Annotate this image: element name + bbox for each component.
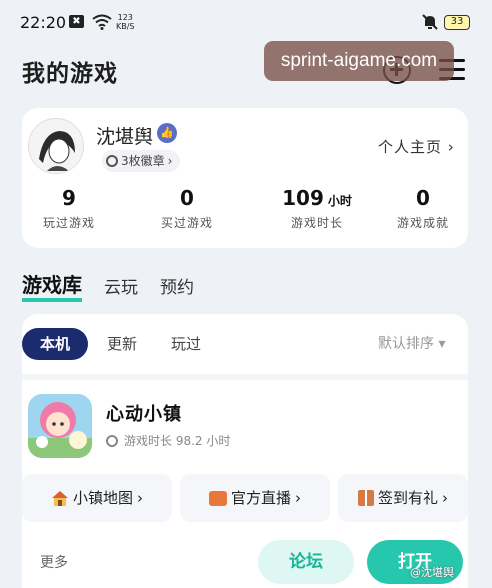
gift-icon	[357, 490, 374, 506]
sort-label: 默认排序	[378, 336, 434, 352]
chevron-right-icon: ›	[447, 138, 455, 156]
medal-icon	[106, 155, 118, 167]
chevron-right-icon: ›	[167, 154, 173, 168]
avatar[interactable]	[28, 118, 84, 174]
sort-dropdown[interactable]: 默认排序 ▾	[378, 328, 445, 360]
filter-updates[interactable]: 更新	[94, 328, 150, 360]
stat-label: 游戏时长	[290, 216, 343, 230]
stat-unit: 小时	[327, 194, 352, 208]
weibo-watermark: @沈堪舆	[410, 566, 454, 579]
wifi-icon	[92, 14, 112, 30]
stat-value: 109	[282, 186, 324, 210]
homepage-label: 个人主页	[378, 138, 443, 156]
chevron-down-icon: ▾	[438, 336, 446, 352]
divider	[22, 374, 468, 380]
badges-chip[interactable]: 3枚徽章 ›	[102, 150, 181, 172]
stat-label: 买过游戏	[160, 216, 213, 230]
badges-label: 3枚徽章	[121, 154, 165, 168]
action-label: 签到有礼	[377, 489, 438, 507]
chevron-right-icon: ›	[137, 489, 143, 507]
stat-label: 游戏成就	[396, 216, 449, 230]
speed-unit: KB/S	[116, 22, 135, 31]
library-card: 本机 更新 玩过 默认排序 ▾ 心动小镇 游戏时长 98.2 小时 小镇地图 ›	[22, 314, 468, 588]
status-time: 22:20	[20, 13, 67, 32]
watermark-overlay: sprint-aigame.com	[264, 41, 454, 81]
game-playtime: 游戏时长 98.2 小时	[106, 432, 230, 449]
house-icon	[51, 491, 68, 506]
stat-achievements[interactable]: 0 游戏成就	[368, 186, 478, 231]
chevron-right-icon: ›	[442, 489, 448, 507]
game-cover-image	[28, 394, 92, 458]
network-speed: 123 KB/S	[116, 13, 135, 31]
tab-reservations[interactable]: 预约	[160, 273, 194, 302]
library-tabs: 游戏库 云玩 预约	[22, 270, 194, 302]
page-title: 我的游戏	[22, 61, 118, 87]
status-bar: 22:20 ✖ 123 KB/S 33	[0, 0, 492, 44]
tab-cloud-play[interactable]: 云玩	[104, 273, 138, 302]
battery-indicator: 33	[444, 15, 470, 30]
town-map-button[interactable]: 小镇地图 ›	[22, 474, 172, 522]
stat-label: 玩过游戏	[42, 216, 95, 230]
speed-value: 123	[117, 13, 133, 22]
action-label: 官方直播	[230, 489, 291, 507]
homepage-link[interactable]: 个人主页 ›	[378, 136, 455, 157]
official-live-button[interactable]: 官方直播 ›	[180, 474, 330, 522]
chevron-right-icon: ›	[295, 489, 301, 507]
action-label: 小镇地图	[72, 489, 133, 507]
profile-card: 沈堪舆 👍 3枚徽章 › 个人主页 › 9 玩过游戏 0 买过游戏 109 小时 …	[22, 108, 468, 248]
filter-local[interactable]: 本机	[22, 328, 88, 360]
verified-thumb-icon: 👍	[157, 123, 177, 143]
stat-value: 9	[62, 186, 76, 210]
more-link[interactable]: 更多	[40, 552, 68, 572]
game-title[interactable]: 心动小镇	[106, 400, 182, 426]
tab-library[interactable]: 游戏库	[22, 269, 82, 302]
stat-play-time[interactable]: 109 小时 游戏时长	[262, 186, 372, 231]
tv-icon	[208, 490, 227, 506]
stat-games-bought[interactable]: 0 买过游戏	[132, 186, 242, 231]
game-playtime-label: 游戏时长 98.2 小时	[124, 434, 231, 448]
avatar-image	[29, 119, 83, 173]
stat-games-played[interactable]: 9 玩过游戏	[14, 186, 124, 231]
bell-muted-icon	[422, 14, 438, 30]
username: 沈堪舆	[96, 126, 154, 148]
stat-value: 0	[180, 186, 194, 210]
game-icon[interactable]	[28, 394, 92, 458]
checkin-gift-button[interactable]: 签到有礼 ›	[338, 474, 468, 522]
timer-icon	[106, 434, 118, 447]
forum-button[interactable]: 论坛	[258, 540, 354, 584]
stat-value: 0	[416, 186, 430, 210]
filter-played[interactable]: 玩过	[158, 328, 214, 360]
notification-icon: ✖	[69, 15, 84, 28]
